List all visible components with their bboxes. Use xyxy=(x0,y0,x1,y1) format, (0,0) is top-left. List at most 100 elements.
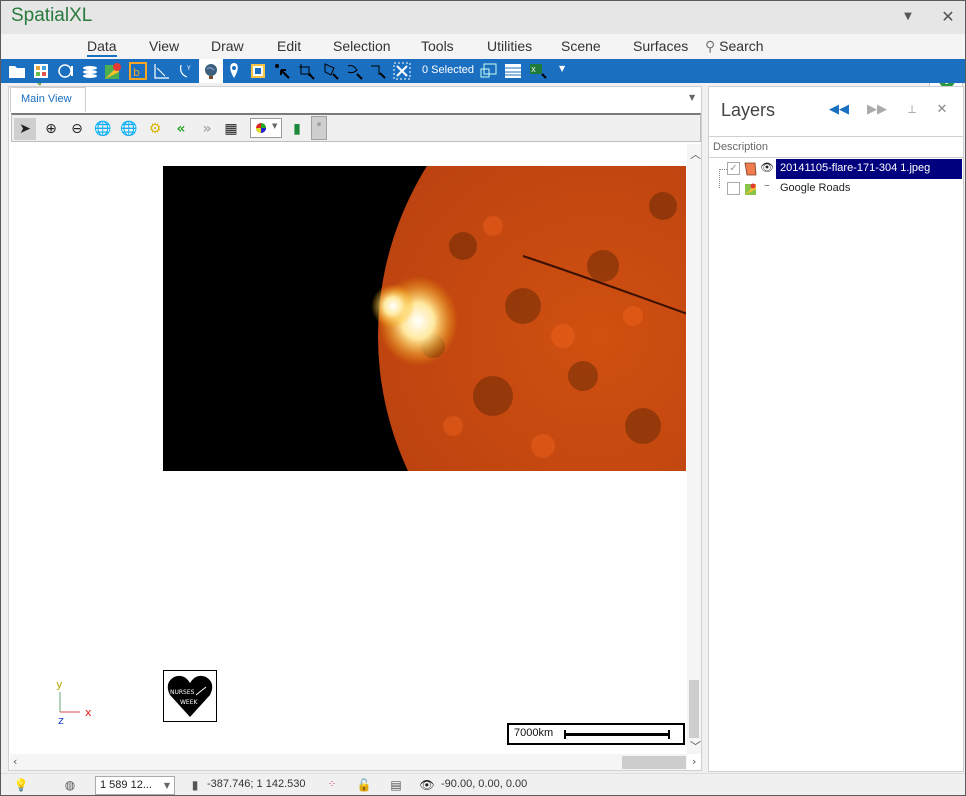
select-by-map-icon[interactable] xyxy=(480,62,498,80)
open-folder-icon[interactable] xyxy=(8,62,26,80)
horizontal-scroll-thumb[interactable] xyxy=(622,756,686,769)
map-canvas[interactable]: y x z NURSES WEEK 7000km xyxy=(10,144,686,754)
previous-view-icon[interactable]: « xyxy=(170,118,192,140)
close-panel-icon[interactable]: ✕ xyxy=(933,101,951,119)
map-pin-icon[interactable] xyxy=(225,62,243,80)
pin-icon[interactable]: ⊥ xyxy=(903,101,921,119)
expand-right-icon[interactable]: ▶▶ xyxy=(867,101,887,119)
select-line-icon[interactable] xyxy=(369,62,387,80)
pointer-icon[interactable]: ➤ xyxy=(14,118,36,140)
menu-scene[interactable]: Scene xyxy=(561,38,601,54)
select-polygon-icon[interactable] xyxy=(321,62,339,80)
layer-visibility-checkbox[interactable]: ✓ xyxy=(727,162,740,175)
layer-name: Google Roads xyxy=(780,182,851,194)
clear-selection-icon[interactable] xyxy=(393,62,411,80)
vertical-scroll-thumb[interactable] xyxy=(689,680,699,738)
app-window: SpatialXL ▼ ✕ AB Data View Draw Edit Sel… xyxy=(0,0,966,796)
color-theme-dropdown[interactable]: ▼ xyxy=(250,118,282,138)
layer-row[interactable]: ⌣ Google Roads xyxy=(709,179,963,199)
image-layer-icon xyxy=(744,162,757,176)
scroll-left-icon[interactable]: ‹ xyxy=(13,755,17,768)
globe-button[interactable] xyxy=(199,59,223,83)
layer-row[interactable]: ✓ 👁 20141105-flare-171-304 1.jpeg xyxy=(709,159,963,179)
layers-column-header[interactable]: Description xyxy=(709,136,963,158)
main-view-pane: Main View ▼ ➤ ⊕ ⊖ 🌐 🌐 ⚙ « » ▦ ▼ ▮ * y x … xyxy=(8,86,702,771)
eye-closed-icon[interactable]: ⌣ xyxy=(760,181,774,195)
menu-draw[interactable]: Draw xyxy=(211,38,244,54)
layers-stack-icon[interactable] xyxy=(81,62,99,80)
bookmark-icon[interactable]: ▮ xyxy=(286,118,308,140)
zoom-out-icon[interactable]: ⊖ xyxy=(66,118,88,140)
search-button[interactable]: ⚲ Search xyxy=(705,38,764,55)
search-icon: ⚲ xyxy=(705,38,716,54)
layer-name: 20141105-flare-171-304 1.jpeg xyxy=(776,159,962,179)
logo-text-line-1: NURSES xyxy=(170,689,195,696)
layers-title: Layers xyxy=(721,100,776,120)
heart-logo-icon: NURSES WEEK xyxy=(167,675,213,717)
menu-selection[interactable]: Selection xyxy=(333,38,391,54)
globe-zoom-extent-icon[interactable]: 🌐 xyxy=(118,118,140,140)
snap-points-icon[interactable]: ⁘ xyxy=(324,777,340,793)
menu-tools[interactable]: Tools xyxy=(421,38,454,54)
tab-main-view-label: Main View xyxy=(21,93,72,105)
color-wheel-icon xyxy=(256,123,266,133)
google-maps-layer-icon xyxy=(745,183,756,195)
export-excel-icon[interactable]: X xyxy=(529,62,547,80)
settings-gear-icon[interactable]: ⚙ xyxy=(144,118,166,140)
chevron-down-icon: ▼ xyxy=(272,122,278,130)
scale-dropdown[interactable]: 1 589 12... ▼ xyxy=(95,776,175,795)
bing-maps-icon[interactable]: b xyxy=(129,62,147,80)
svg-text:X: X xyxy=(531,66,536,74)
google-maps-icon[interactable] xyxy=(104,62,122,80)
chevron-down-icon: ▼ xyxy=(163,781,170,790)
scale-bar-label: 7000km xyxy=(514,727,554,739)
axis-x-label: x xyxy=(85,706,92,719)
menu-bar: AB Data View Draw Edit Selection Tools U… xyxy=(1,34,965,91)
scroll-up-icon[interactable]: ︿ xyxy=(690,146,701,162)
scroll-down-icon[interactable]: ﹀ xyxy=(690,738,701,754)
svg-text:Y: Y xyxy=(186,65,191,72)
unlock-icon[interactable]: 🔓 xyxy=(356,777,372,793)
vertical-scrollbar[interactable]: ︿ ﹀ xyxy=(687,144,701,754)
sun-flare-image xyxy=(163,166,686,471)
message-icon[interactable]: ▤ xyxy=(388,777,404,793)
layer-visibility-checkbox[interactable] xyxy=(727,182,740,195)
globe-full-extent-icon[interactable]: 🌐 xyxy=(92,118,114,140)
attribute-table-icon[interactable] xyxy=(504,62,522,80)
layers-panel: Layers ◀◀ ▶▶ ⊥ ✕ Description ✓ 👁 2014110… xyxy=(708,86,964,772)
coordinate-system-icon[interactable]: Y xyxy=(177,62,195,80)
frame-icon[interactable] xyxy=(249,62,267,80)
menu-surfaces[interactable]: Surfaces xyxy=(633,38,688,54)
ribbon-toolbar: b Y 0 Selected X ▼ xyxy=(1,59,965,83)
catalog-icon[interactable] xyxy=(32,62,50,80)
select-rect-icon[interactable] xyxy=(297,62,315,80)
horizontal-scrollbar[interactable]: ‹ › xyxy=(10,754,696,770)
status-bar: 💡 ◍ 1 589 12... ▼ ▮ -387.746; 1 142.530 … xyxy=(1,773,965,795)
scroll-right-icon[interactable]: › xyxy=(692,755,696,768)
star-icon[interactable]: * xyxy=(311,116,327,140)
collapse-left-icon[interactable]: ◀◀ xyxy=(829,101,849,119)
mouse-icon: ▮ xyxy=(191,778,199,792)
menu-data[interactable]: Data xyxy=(87,38,117,57)
minimize-dropdown-icon[interactable]: ▼ xyxy=(897,7,919,27)
tab-list-dropdown-icon[interactable]: ▼ xyxy=(689,93,697,102)
axis-z-label: z xyxy=(58,714,64,724)
lightbulb-icon[interactable]: 💡 xyxy=(13,777,29,793)
tab-main-view[interactable]: Main View xyxy=(10,87,86,112)
map-toolbar: ➤ ⊕ ⊖ 🌐 🌐 ⚙ « » ▦ ▼ ▮ * xyxy=(11,113,701,142)
zoom-in-icon[interactable]: ⊕ xyxy=(40,118,62,140)
search-label: Search xyxy=(719,38,764,54)
menu-edit[interactable]: Edit xyxy=(277,38,301,54)
select-freehand-icon[interactable] xyxy=(345,62,363,80)
measure-icon[interactable] xyxy=(153,62,171,80)
menu-view[interactable]: View xyxy=(149,38,179,54)
globe-projection-icon[interactable]: ◍ xyxy=(62,777,78,793)
select-point-icon[interactable] xyxy=(273,62,291,80)
ribbon-more-dropdown-icon[interactable]: ▼ xyxy=(559,64,565,73)
close-icon[interactable]: ✕ xyxy=(937,7,959,27)
menu-utilities[interactable]: Utilities xyxy=(487,38,532,54)
next-view-icon[interactable]: » xyxy=(196,118,218,140)
style-palette-icon[interactable] xyxy=(57,62,75,80)
eye-open-icon[interactable]: 👁 xyxy=(760,161,774,175)
grid-icon[interactable]: ▦ xyxy=(220,118,242,140)
